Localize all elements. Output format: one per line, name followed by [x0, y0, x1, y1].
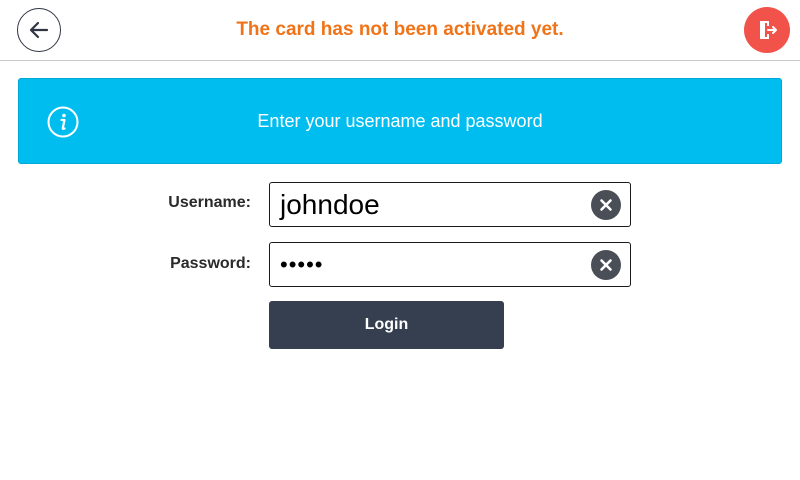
password-clear-button[interactable] [591, 250, 621, 280]
password-value: ••••• [280, 252, 324, 277]
password-field[interactable]: ••••• [269, 242, 631, 287]
username-value: johndoe [280, 189, 380, 220]
back-button[interactable] [17, 8, 61, 52]
info-banner: Enter your username and password [18, 78, 782, 164]
page-title: The card has not been activated yet. [236, 19, 564, 40]
arrow-left-icon [29, 21, 49, 39]
username-label: Username: [168, 194, 251, 211]
header-bar: The card has not been activated yet. [0, 0, 800, 61]
username-field[interactable]: johndoe [269, 182, 631, 227]
clear-x-icon [600, 259, 612, 271]
clear-x-icon [600, 199, 612, 211]
exit-door-icon [760, 21, 777, 39]
login-button[interactable]: Login [269, 301, 504, 349]
password-label: Password: [170, 255, 251, 272]
banner-message: Enter your username and password [257, 111, 543, 131]
exit-button[interactable] [744, 7, 790, 53]
username-clear-button[interactable] [591, 190, 621, 220]
